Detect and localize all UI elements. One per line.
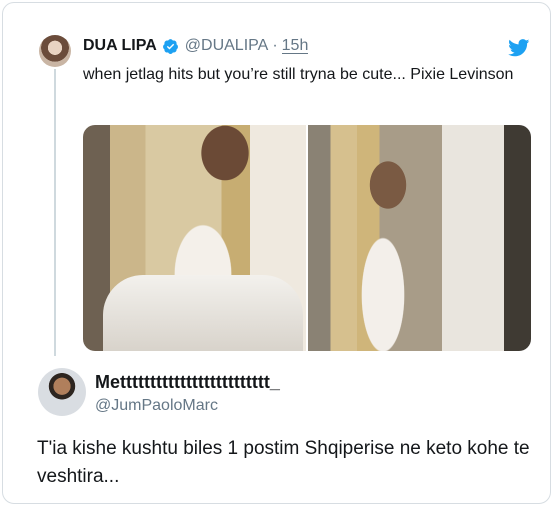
- reply-author-handle[interactable]: @JumPaoloMarc: [95, 397, 218, 415]
- photo-1[interactable]: [83, 125, 306, 351]
- twitter-bird-icon[interactable]: [508, 39, 530, 57]
- photo-2[interactable]: [308, 125, 531, 351]
- reply-author-name[interactable]: Mettttttttttttttttttttttttt_: [95, 372, 280, 393]
- thread-line: [54, 69, 56, 356]
- reply-author-avatar[interactable]: [38, 368, 86, 416]
- verified-badge-icon: [162, 38, 179, 55]
- quoted-tweet-time[interactable]: 15h: [281, 38, 309, 54]
- media-grid[interactable]: [83, 125, 531, 351]
- reply-text: T'ia kishe kushtu biles 1 postim Shqiper…: [37, 438, 530, 487]
- quoted-tweet-header: DUA LIPA @DUALIPA · 15h: [83, 35, 309, 57]
- quoted-author-avatar[interactable]: [39, 35, 71, 67]
- separator-dot: ·: [272, 37, 278, 54]
- tweet-card[interactable]: DUA LIPA @DUALIPA · 15h when jetlag hits…: [2, 2, 551, 504]
- quoted-author-handle[interactable]: @DUALIPA: [185, 37, 269, 55]
- quoted-tweet-text: when jetlag hits but you’re still tryna …: [83, 66, 514, 83]
- quoted-author-name[interactable]: DUA LIPA: [83, 37, 157, 55]
